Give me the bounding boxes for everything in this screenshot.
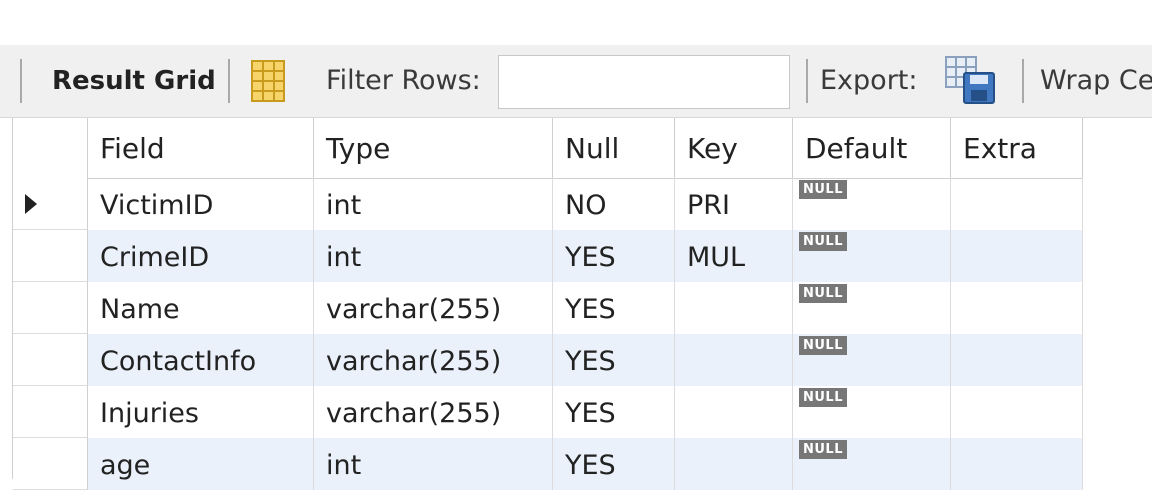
cell-default[interactable]: NULL xyxy=(793,230,951,282)
null-badge: NULL xyxy=(799,180,848,199)
null-badge: NULL xyxy=(799,284,848,303)
toolbar-separator xyxy=(1022,59,1024,103)
cell-default[interactable]: NULL xyxy=(793,386,951,438)
cell-null[interactable]: YES xyxy=(553,230,675,282)
null-badge: NULL xyxy=(799,232,848,251)
column-header-key[interactable]: Key xyxy=(675,118,793,178)
column-header-field[interactable]: Field xyxy=(88,118,314,178)
filter-rows-label: Filter Rows: xyxy=(326,65,481,96)
form-grid-icon[interactable] xyxy=(248,59,288,107)
toolbar-separator xyxy=(20,59,22,103)
null-badge: NULL xyxy=(799,440,848,459)
table-row[interactable]: CrimeID int YES MUL NULL xyxy=(13,230,1083,282)
cell-key[interactable] xyxy=(675,438,793,490)
cell-null[interactable]: YES xyxy=(553,282,675,334)
header-gutter xyxy=(13,118,88,178)
row-selector[interactable] xyxy=(13,282,88,334)
table-row[interactable]: age int YES NULL xyxy=(13,438,1083,490)
filter-rows-input[interactable] xyxy=(498,55,790,109)
cell-null[interactable]: YES xyxy=(553,386,675,438)
result-toolbar: Result Grid Filter Rows: Export: Wrap Ce xyxy=(0,45,1152,118)
row-selector[interactable] xyxy=(13,334,88,386)
result-grid-tab[interactable]: Result Grid xyxy=(52,65,216,97)
cell-default[interactable]: NULL xyxy=(793,334,951,386)
toolbar-separator xyxy=(228,59,230,103)
cell-key[interactable] xyxy=(675,282,793,334)
toolbar-separator xyxy=(806,59,808,103)
cell-field[interactable]: CrimeID xyxy=(88,230,314,282)
cell-null[interactable]: YES xyxy=(553,438,675,490)
cell-field[interactable]: ContactInfo xyxy=(88,334,314,386)
table-row[interactable]: ContactInfo varchar(255) YES NULL xyxy=(13,334,1083,386)
cell-type[interactable]: int xyxy=(314,438,553,490)
column-header-type[interactable]: Type xyxy=(314,118,553,178)
cell-null[interactable]: NO xyxy=(553,178,675,230)
cell-field[interactable]: Injuries xyxy=(88,386,314,438)
cell-extra[interactable] xyxy=(951,438,1083,490)
null-badge: NULL xyxy=(799,336,848,355)
cell-type[interactable]: int xyxy=(314,178,553,230)
cell-extra[interactable] xyxy=(951,334,1083,386)
row-pointer-icon xyxy=(25,194,37,214)
row-selector[interactable] xyxy=(13,230,88,282)
column-header-null[interactable]: Null xyxy=(553,118,675,178)
cell-extra[interactable] xyxy=(951,386,1083,438)
result-grid: Field Type Null Key Default Extra Victim… xyxy=(12,118,1083,490)
cell-default[interactable]: NULL xyxy=(793,282,951,334)
cell-key[interactable] xyxy=(675,334,793,386)
row-selector[interactable] xyxy=(13,178,88,230)
cell-default[interactable]: NULL xyxy=(793,438,951,490)
cell-type[interactable]: varchar(255) xyxy=(314,282,553,334)
cell-key[interactable]: PRI xyxy=(675,178,793,230)
top-strip xyxy=(0,0,1152,45)
table-row[interactable]: Injuries varchar(255) YES NULL xyxy=(13,386,1083,438)
cell-extra[interactable] xyxy=(951,282,1083,334)
grid-header-row: Field Type Null Key Default Extra xyxy=(13,118,1083,179)
export-save-icon[interactable] xyxy=(944,55,998,109)
column-header-default[interactable]: Default xyxy=(793,118,951,178)
cell-type[interactable]: int xyxy=(314,230,553,282)
cell-extra[interactable] xyxy=(951,230,1083,282)
cell-key[interactable]: MUL xyxy=(675,230,793,282)
cell-type[interactable]: varchar(255) xyxy=(314,334,553,386)
cell-field[interactable]: age xyxy=(88,438,314,490)
row-selector[interactable] xyxy=(13,386,88,438)
cell-field[interactable]: Name xyxy=(88,282,314,334)
table-row[interactable]: VictimID int NO PRI NULL xyxy=(13,178,1083,230)
export-label: Export: xyxy=(820,65,918,96)
row-selector[interactable] xyxy=(13,438,88,490)
cell-null[interactable]: YES xyxy=(553,334,675,386)
cell-key[interactable] xyxy=(675,386,793,438)
table-row[interactable]: Name varchar(255) YES NULL xyxy=(13,282,1083,334)
null-badge: NULL xyxy=(799,388,848,407)
cell-default[interactable]: NULL xyxy=(793,178,951,230)
cell-type[interactable]: varchar(255) xyxy=(314,386,553,438)
wrap-cell-content-label[interactable]: Wrap Ce xyxy=(1040,65,1152,97)
cell-field[interactable]: VictimID xyxy=(88,178,314,230)
column-header-extra[interactable]: Extra xyxy=(951,118,1083,178)
cell-extra[interactable] xyxy=(951,178,1083,230)
